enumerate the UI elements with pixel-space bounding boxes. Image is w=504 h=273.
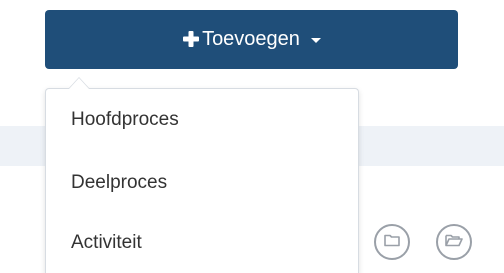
folder-open-icon <box>444 232 464 253</box>
add-button-label: Toevoegen <box>202 28 300 50</box>
menu-item-activiteit[interactable]: Activiteit <box>71 232 142 254</box>
folder-button[interactable] <box>374 224 410 260</box>
folder-open-button[interactable] <box>436 224 472 260</box>
dropdown-pointer-fill <box>69 78 89 89</box>
caret-down-icon <box>310 38 321 43</box>
menu-item-deelproces[interactable]: Deelproces <box>71 172 167 194</box>
add-dropdown-button[interactable]: Toevoegen <box>45 10 458 69</box>
folder-icon <box>383 232 401 253</box>
plus-icon <box>182 30 200 48</box>
add-dropdown-menu: Hoofdproces Deelproces Activiteit <box>45 77 359 273</box>
page: Toevoegen Hoofdproces Deelproces Activit… <box>0 0 504 273</box>
menu-item-hoofdproces[interactable]: Hoofdproces <box>71 109 179 131</box>
